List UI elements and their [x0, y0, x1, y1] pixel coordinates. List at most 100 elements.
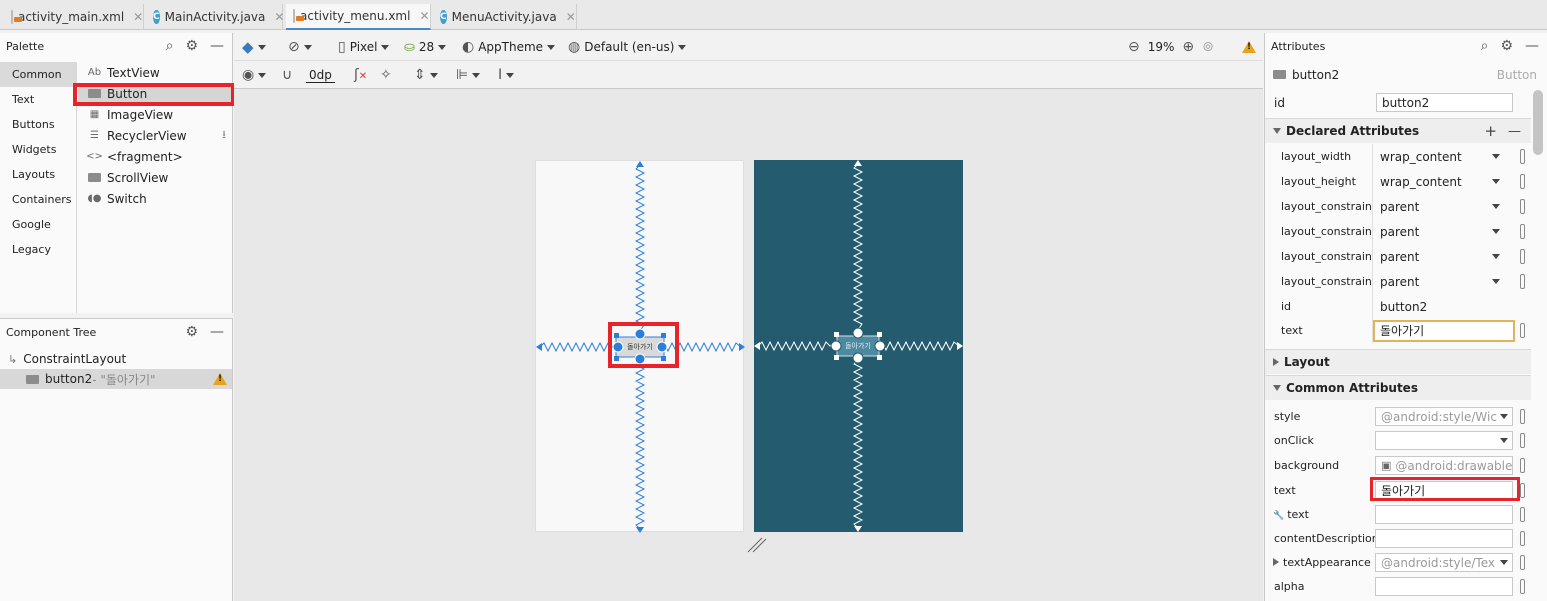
attr-value-field[interactable]: ▣ @android:drawable/b [1375, 456, 1513, 475]
resource-picker-icon[interactable] [1520, 249, 1525, 264]
palette-item-textview[interactable]: Ab TextView [78, 62, 232, 83]
palette-item-switch[interactable]: ◖● Switch [78, 188, 232, 209]
expand-icon [1273, 358, 1279, 366]
attr-value-field[interactable] [1375, 505, 1513, 524]
remove-icon[interactable]: — [1508, 124, 1521, 139]
dropdown-arrow-icon[interactable] [1500, 414, 1508, 419]
resource-picker-icon[interactable] [1520, 579, 1525, 594]
tab-label: MainActivity.java [164, 10, 266, 24]
resize-handle-icon[interactable] [746, 536, 768, 554]
minimize-icon[interactable]: — [210, 38, 224, 54]
api-dropdown[interactable]: ⛀ 28 [404, 33, 447, 61]
attr-value-field[interactable] [1375, 529, 1513, 548]
search-icon[interactable]: ⌕ [1481, 38, 1489, 54]
view-options-dropdown[interactable]: ◉ [242, 61, 267, 89]
align-dropdown[interactable]: ⊫ [456, 61, 481, 89]
section-common-attributes[interactable]: Common Attributes [1265, 375, 1531, 400]
resource-picker-icon[interactable] [1520, 149, 1525, 164]
close-icon[interactable]: ✕ [274, 10, 284, 24]
category-text[interactable]: Text [0, 87, 76, 112]
dropdown-arrow-icon[interactable] [1492, 154, 1500, 159]
device-dropdown[interactable]: ▯ Pixel [338, 33, 390, 61]
attr-value-field[interactable]: @android:style/Tex [1375, 553, 1513, 572]
gear-icon[interactable]: ⚙ [185, 38, 198, 54]
guidelines-dropdown[interactable]: Ι [498, 61, 515, 89]
dropdown-arrow-icon[interactable] [1492, 204, 1500, 209]
resource-picker-icon[interactable] [1520, 274, 1525, 289]
autoconnect-toggle[interactable]: ∪ [282, 61, 292, 89]
minimize-icon[interactable]: — [1525, 38, 1539, 54]
resource-picker-icon[interactable] [1520, 433, 1525, 448]
category-common[interactable]: Common [0, 62, 76, 87]
attr-value-field[interactable] [1375, 431, 1513, 450]
palette-item-imageview[interactable]: ▦ ImageView [78, 104, 232, 125]
tree-node-constraintlayout[interactable]: ↳ ConstraintLayout [0, 349, 232, 369]
close-icon[interactable]: ✕ [419, 9, 429, 23]
attr-label: 🔧 text [1273, 508, 1309, 521]
close-icon[interactable]: ✕ [566, 10, 576, 24]
search-icon[interactable]: ⌕ [166, 38, 174, 54]
dropdown-arrow-icon[interactable] [1492, 229, 1500, 234]
resource-picker-icon[interactable] [1520, 199, 1525, 214]
default-margin-button[interactable]: 0dp [306, 61, 335, 89]
infer-constraints-button[interactable]: ✧ [380, 61, 392, 89]
dropdown-arrow-icon[interactable] [1492, 254, 1500, 259]
palette-item-recyclerview[interactable]: ☰ RecyclerView ⭳ [78, 125, 232, 146]
category-buttons[interactable]: Buttons [0, 112, 76, 137]
add-icon[interactable]: + [1484, 122, 1497, 140]
category-widgets[interactable]: Widgets [0, 137, 76, 162]
resource-picker-icon[interactable] [1520, 224, 1525, 239]
category-layouts[interactable]: Layouts [0, 162, 76, 187]
gear-icon[interactable]: ⚙ [185, 324, 198, 340]
resource-picker-icon[interactable] [1520, 174, 1525, 189]
category-legacy[interactable]: Legacy [0, 237, 76, 262]
section-declared-attributes[interactable]: Declared Attributes + — [1265, 118, 1531, 143]
gear-icon[interactable]: ⚙ [1500, 38, 1513, 54]
tab-activity-menu-xml[interactable]: activity_menu.xml ✕ [286, 4, 431, 30]
minimize-icon[interactable]: — [210, 324, 224, 340]
clear-constraints-button[interactable]: ʃ✕ [354, 61, 367, 89]
tree-node-button2[interactable]: button2 - "돌아가기" [0, 369, 232, 389]
category-google[interactable]: Google [0, 212, 76, 237]
issues-button[interactable] [1242, 33, 1256, 61]
zoom-fit-icon[interactable]: ⊚ [1202, 39, 1214, 55]
expand-icon[interactable] [1273, 558, 1279, 566]
attr-label: id [1281, 300, 1292, 313]
resource-picker-icon[interactable] [1520, 458, 1525, 473]
blueprint-preview-screen[interactable]: 돌아가기 [754, 160, 963, 532]
tab-mainactivity-java[interactable]: C MainActivity.java ✕ [146, 4, 284, 30]
pack-dropdown[interactable]: ⇕ [414, 61, 438, 89]
close-icon[interactable]: ✕ [133, 10, 143, 24]
warning-icon[interactable] [213, 373, 227, 385]
locale-dropdown[interactable]: ◍ Default (en-us) [568, 33, 687, 61]
section-layout[interactable]: Layout [1265, 349, 1531, 374]
resource-picker-icon[interactable] [1520, 507, 1525, 522]
palette-item-fragment[interactable]: <> <fragment> [78, 146, 232, 167]
dropdown-arrow-icon[interactable] [1492, 179, 1500, 184]
attr-value-field[interactable]: @android:style/Wic [1375, 407, 1513, 426]
orientation-dropdown[interactable]: ⊘ [288, 33, 312, 61]
dropdown-arrow-icon[interactable] [1492, 279, 1500, 284]
resource-picker-icon[interactable] [1520, 555, 1525, 570]
dropdown-arrow-icon[interactable] [1500, 560, 1508, 565]
theme-dropdown[interactable]: ◐ AppTheme [462, 33, 556, 61]
resource-picker-icon[interactable] [1520, 323, 1525, 338]
zoom-in-icon[interactable]: ⊕ [1182, 39, 1194, 55]
palette-item-scrollview[interactable]: ScrollView [78, 167, 232, 188]
category-containers[interactable]: Containers [0, 187, 76, 212]
resource-picker-icon[interactable] [1520, 483, 1525, 498]
resource-picker-icon[interactable] [1520, 531, 1525, 546]
tab-activity-main-xml[interactable]: activity_main.xml ✕ [4, 4, 144, 30]
resource-picker-icon[interactable] [1520, 409, 1525, 424]
zoom-out-icon[interactable]: ⊖ [1128, 39, 1140, 55]
id-field[interactable]: button2 [1376, 93, 1513, 112]
design-canvas[interactable] [234, 89, 1263, 601]
attr-value-field[interactable]: button2 [1375, 296, 1515, 318]
attributes-scrollbar[interactable] [1533, 90, 1543, 155]
attr-value-field[interactable]: 돌아가기 [1373, 319, 1515, 342]
design-surface-dropdown[interactable]: ◆ [242, 33, 266, 61]
tab-menuactivity-java[interactable]: C MenuActivity.java ✕ [433, 4, 577, 30]
dropdown-arrow-icon[interactable] [1500, 438, 1508, 443]
attr-value-field[interactable] [1375, 577, 1513, 596]
download-icon[interactable]: ⭳ [222, 126, 226, 145]
